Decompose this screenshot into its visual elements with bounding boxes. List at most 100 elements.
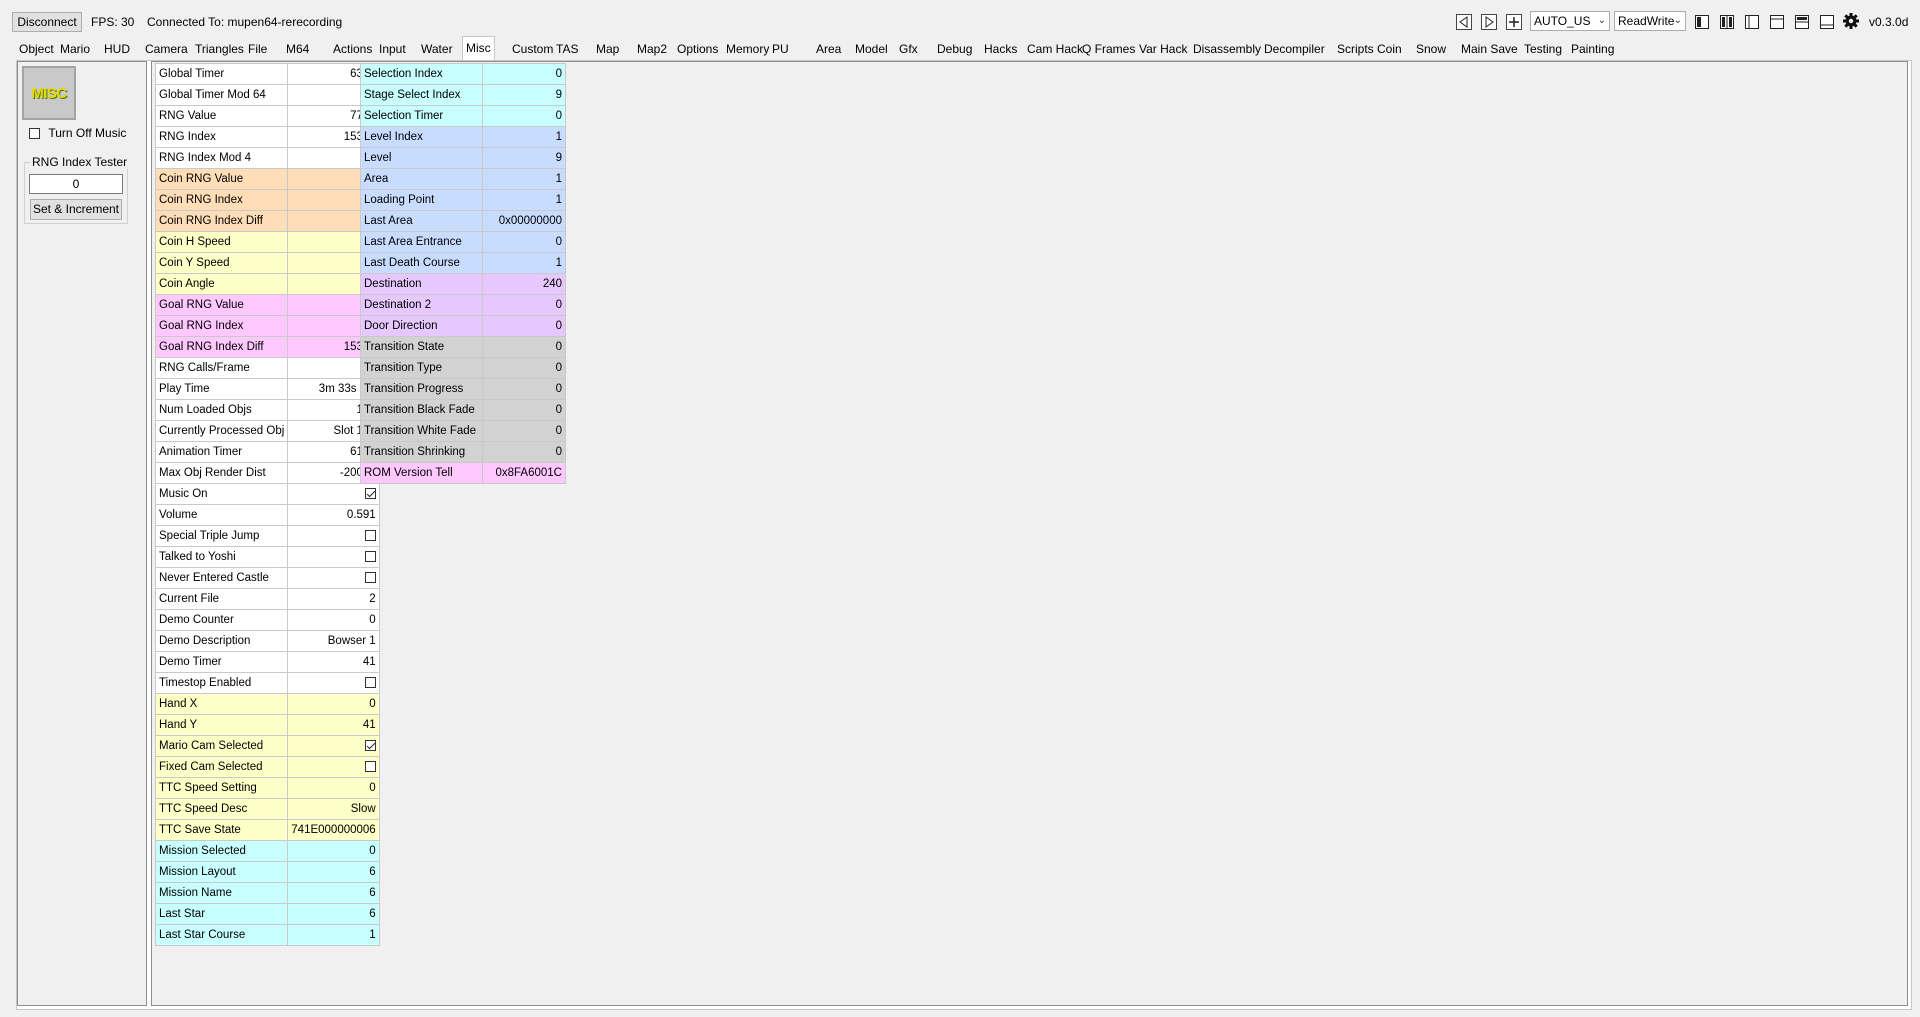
variable-value[interactable]: 41 xyxy=(287,714,380,736)
variable-row[interactable]: Door Direction 0 xyxy=(360,315,566,337)
variable-row[interactable]: Never Entered Castle xyxy=(154,567,380,589)
tab-debug[interactable]: Debug xyxy=(934,39,975,59)
variable-value[interactable]: 0x8FA6001C xyxy=(482,462,566,484)
variable-checkbox[interactable] xyxy=(287,735,380,757)
tab-pu[interactable]: PU xyxy=(769,39,792,59)
variable-checkbox[interactable] xyxy=(287,483,380,505)
set-increment-button[interactable]: Set & Increment xyxy=(30,199,122,220)
variable-row[interactable]: Global Timer Mod 6454 xyxy=(154,84,380,106)
tab-m64[interactable]: M64 xyxy=(283,39,312,59)
tab-cam-hack[interactable]: Cam Hack xyxy=(1024,39,1086,59)
variable-row[interactable]: Current File 2 xyxy=(154,588,380,610)
variable-row[interactable]: Talked to Yoshi xyxy=(154,546,380,568)
tab-map2[interactable]: Map2 xyxy=(634,39,670,59)
variable-row[interactable]: RNG Calls/Frame0 xyxy=(154,357,380,379)
layout-split-icon[interactable] xyxy=(1717,12,1737,32)
tab-hud[interactable]: HUD xyxy=(101,39,133,59)
variable-row[interactable]: Currently Processed Obj Slot 139 xyxy=(154,420,380,442)
variable-row[interactable]: Play Time 3m 33s 00f xyxy=(154,378,380,400)
variable-row[interactable]: TTC Speed Desc Slow xyxy=(154,798,380,820)
variable-row[interactable]: Goal RNG Index Diff15346 xyxy=(154,336,380,358)
tab-tas[interactable]: TAS xyxy=(553,39,581,59)
variable-value[interactable]: 41 xyxy=(287,651,380,673)
turn-off-music-toggle[interactable]: Turn Off Music xyxy=(29,126,126,140)
tab-disassembly[interactable]: Disassembly xyxy=(1190,39,1264,59)
layout-left-panel-icon[interactable] xyxy=(1692,12,1712,32)
variable-row[interactable]: Mission Layout 6 xyxy=(154,861,380,883)
checkbox-icon[interactable] xyxy=(364,761,376,773)
variable-value[interactable]: 0 xyxy=(482,63,566,85)
checkbox-checked-icon[interactable] xyxy=(364,488,376,500)
variable-row[interactable]: Volume 0.591 xyxy=(154,504,380,526)
variable-row[interactable]: Hand X0 xyxy=(154,693,380,715)
variable-row[interactable]: Animation Timer6103 xyxy=(154,441,380,463)
variable-row[interactable]: Music On xyxy=(154,483,380,505)
tab-model[interactable]: Model xyxy=(852,39,891,59)
variable-value[interactable]: 0.591 xyxy=(287,504,380,526)
tab-custom[interactable]: Custom xyxy=(509,39,556,59)
tab-area[interactable]: Area xyxy=(813,39,844,59)
add-tab-icon[interactable] xyxy=(1504,12,1524,32)
variable-row[interactable]: Timestop Enabled xyxy=(154,672,380,694)
variable-row[interactable]: Level 9 xyxy=(360,147,566,169)
variable-value[interactable]: 1 xyxy=(482,168,566,190)
variable-row[interactable]: Selection Timer 0 xyxy=(360,105,566,127)
variable-value[interactable]: 741E000000006 xyxy=(287,819,380,841)
variable-row[interactable]: Area 1 xyxy=(360,168,566,190)
variable-row[interactable]: RNG Index15346 xyxy=(154,126,380,148)
variable-row[interactable]: Num Loaded Objs139 xyxy=(154,399,380,421)
variable-row[interactable]: Global Timer6390 xyxy=(154,63,380,85)
variable-value[interactable]: 0 xyxy=(482,336,566,358)
variable-row[interactable]: Goal RNG Index0 xyxy=(154,315,380,337)
variable-row[interactable]: Fixed Cam Selected xyxy=(154,756,380,778)
mode-select[interactable]: ReadWrite ⌄ xyxy=(1614,11,1686,31)
variable-row[interactable]: Transition Type 0 xyxy=(360,357,566,379)
variable-row[interactable]: Demo Counter 0 xyxy=(154,609,380,631)
variable-value[interactable]: 0 xyxy=(482,399,566,421)
variable-row[interactable]: Coin RNG Index0 xyxy=(154,189,380,211)
tab-memory[interactable]: Memory xyxy=(723,39,772,59)
variable-value[interactable]: 0 xyxy=(482,441,566,463)
variable-checkbox[interactable] xyxy=(287,525,380,547)
variable-row[interactable]: Coin Angle0 xyxy=(154,273,380,295)
variable-value[interactable]: 2 xyxy=(287,588,380,610)
variable-value[interactable]: 0 xyxy=(482,378,566,400)
tab-testing[interactable]: Testing xyxy=(1521,39,1565,59)
tab-gfx[interactable]: Gfx xyxy=(896,39,921,59)
tab-object[interactable]: Object xyxy=(16,39,57,59)
variable-row[interactable]: Mission Selected 0 xyxy=(154,840,380,862)
variable-value[interactable]: 0 xyxy=(482,231,566,253)
variable-value[interactable]: Slow xyxy=(287,798,380,820)
checkbox-icon[interactable] xyxy=(364,677,376,689)
tab-main-save[interactable]: Main Save xyxy=(1458,39,1521,59)
variable-row[interactable]: Transition Progress 0 xyxy=(360,378,566,400)
variable-row[interactable]: Coin Y Speed0 xyxy=(154,252,380,274)
variable-value[interactable]: 6 xyxy=(287,861,380,883)
variable-checkbox[interactable] xyxy=(287,546,380,568)
variable-row[interactable]: Last Star 6 xyxy=(154,903,380,925)
variable-row[interactable]: Stage Select Index 9 xyxy=(360,84,566,106)
tab-file[interactable]: File xyxy=(245,39,270,59)
variable-value[interactable]: 0x00000000 xyxy=(482,210,566,232)
tab-hacks[interactable]: Hacks xyxy=(981,39,1020,59)
tab-mario[interactable]: Mario xyxy=(57,39,93,59)
variable-row[interactable]: Transition State 0 xyxy=(360,336,566,358)
variable-row[interactable]: Transition White Fade 0 xyxy=(360,420,566,442)
tab-camera[interactable]: Camera xyxy=(142,39,191,59)
variable-row[interactable]: Transition Black Fade 0 xyxy=(360,399,566,421)
variable-value[interactable]: 9 xyxy=(482,84,566,106)
gear-icon[interactable] xyxy=(1841,11,1861,31)
variable-row[interactable]: Mission Name 6 xyxy=(154,882,380,904)
layout-horizontal-split-icon[interactable] xyxy=(1792,12,1812,32)
checkbox-checked-icon[interactable] xyxy=(364,740,376,752)
variable-value[interactable]: 0 xyxy=(482,294,566,316)
variable-value[interactable]: 0 xyxy=(287,777,380,799)
variable-checkbox[interactable] xyxy=(287,672,380,694)
variable-value[interactable]: 1 xyxy=(482,252,566,274)
variable-value[interactable]: 6 xyxy=(287,903,380,925)
tab-scripts[interactable]: Scripts xyxy=(1334,39,1377,59)
variable-value[interactable]: 1 xyxy=(482,189,566,211)
variable-row[interactable]: Hand Y 41 xyxy=(154,714,380,736)
variable-row[interactable]: Transition Shrinking 0 xyxy=(360,441,566,463)
tab-snow[interactable]: Snow xyxy=(1413,39,1449,59)
